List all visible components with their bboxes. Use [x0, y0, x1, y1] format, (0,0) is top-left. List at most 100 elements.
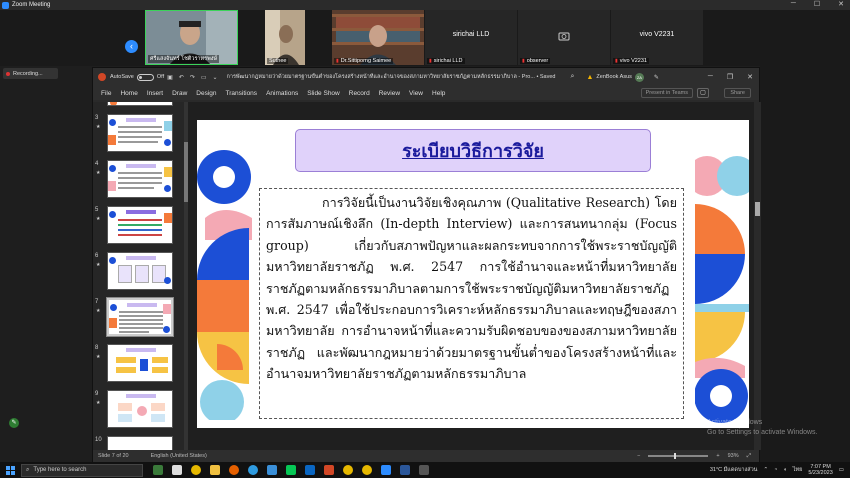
thumbnail-row[interactable]: 5 ★: [93, 206, 185, 250]
current-slide[interactable]: ระเบียบวิธีการวิจัย การวิจัยนี้เป็นงานวิ…: [197, 120, 749, 428]
thumbnail-row[interactable]: 10: [93, 436, 185, 450]
slide-thumbnail[interactable]: [107, 114, 173, 152]
annotate-pen-icon[interactable]: ✎: [9, 418, 19, 428]
present-in-teams-button[interactable]: Present in Teams: [640, 88, 693, 98]
app-icon[interactable]: [419, 465, 429, 475]
participant-tile[interactable]: sirichai LLD ▮ sirichai LLD: [425, 10, 517, 65]
slide-thumbnail[interactable]: [107, 344, 173, 382]
participant-tile[interactable]: Suthee: [265, 10, 305, 65]
search-icon[interactable]: ⌕: [571, 73, 575, 81]
undo-icon[interactable]: ↶: [179, 74, 184, 81]
weather-status[interactable]: 31°C มีแดดบางส่วน: [710, 466, 758, 474]
tab-view[interactable]: View: [409, 90, 423, 97]
start-from-beginning-icon[interactable]: ▭: [201, 74, 207, 81]
word-icon[interactable]: [400, 465, 410, 475]
chrome-icon[interactable]: [362, 465, 372, 475]
activate-windows-watermark: Activate Windows Go to Settings to activ…: [707, 418, 818, 438]
tab-home[interactable]: Home: [120, 90, 137, 97]
clock[interactable]: 7:07 PM 5/23/2023: [808, 464, 832, 477]
participant-tile[interactable]: ▮ observer: [518, 10, 610, 65]
warning-icon[interactable]: ▲: [586, 74, 593, 81]
tab-transitions[interactable]: Transitions: [226, 90, 258, 97]
slide-number: 10: [95, 437, 102, 443]
slide-body-box[interactable]: การวิจัยนี้เป็นงานวิจัยเชิงคุณภาพ (Quali…: [259, 188, 684, 419]
tab-file[interactable]: File: [101, 90, 111, 97]
zoom-out-icon[interactable]: −: [637, 453, 640, 459]
zoom-slider[interactable]: [648, 453, 709, 459]
store-icon[interactable]: [267, 465, 277, 475]
slide-thumbnail[interactable]: [107, 436, 173, 450]
minimize-icon[interactable]: ─: [708, 73, 713, 81]
mail-icon[interactable]: [305, 465, 315, 475]
zoom-taskbar-icon[interactable]: [381, 465, 391, 475]
line-icon[interactable]: [286, 465, 296, 475]
network-icon[interactable]: ◔: [774, 467, 777, 473]
taskbar-search[interactable]: ⌕ Type here to search: [21, 463, 143, 477]
share-button[interactable]: Share: [724, 88, 751, 98]
tab-review[interactable]: Review: [379, 90, 400, 97]
restore-icon[interactable]: ❐: [727, 73, 733, 81]
autosave-toggle[interactable]: [136, 73, 154, 81]
status-right: − + 93% ⤢: [637, 453, 751, 460]
recording-indicator[interactable]: Recording...: [3, 68, 58, 79]
thumbnail-row[interactable]: 3 ★: [93, 114, 185, 158]
slide-thumbnail-selected[interactable]: [106, 297, 174, 337]
volume-icon[interactable]: ◖: [783, 467, 786, 473]
thumbnail-row[interactable]: 6 ★: [93, 252, 185, 296]
participant-video: [265, 10, 305, 65]
tab-draw[interactable]: Draw: [172, 90, 187, 97]
right-decoration: [695, 156, 749, 423]
thumbnail-row[interactable]: 8 ★: [93, 344, 185, 388]
slide-thumbnail[interactable]: [107, 252, 173, 290]
mic-muted-icon: ▮: [615, 58, 618, 64]
participant-tile[interactable]: ศรีแสงจันทร์ โชติวราทรพงษ์: [145, 10, 238, 65]
ribbon-tabs: File Home Insert Draw Design Transitions…: [93, 86, 759, 100]
close-icon[interactable]: ✕: [747, 73, 753, 81]
tab-slide-show[interactable]: Slide Show: [307, 90, 340, 97]
chrome-icon[interactable]: [191, 465, 201, 475]
participant-tile[interactable]: vivo V2231 ▮ vivo V2231: [611, 10, 703, 65]
participant-name: ▮ sirichai LLD: [427, 58, 465, 64]
slide-thumbnail[interactable]: [107, 390, 173, 428]
slide-thumbnail[interactable]: [107, 206, 173, 244]
previous-page-button[interactable]: ‹: [125, 40, 138, 53]
comments-icon[interactable]: ▢: [697, 88, 709, 98]
thumbnail-row[interactable]: 9 ★: [93, 390, 185, 434]
notification-icon[interactable]: ▭: [839, 467, 844, 473]
close-icon[interactable]: ✕: [838, 0, 844, 8]
slide-thumbnail[interactable]: [107, 102, 173, 106]
zoom-level[interactable]: 93%: [728, 453, 739, 459]
tab-record[interactable]: Record: [349, 90, 370, 97]
pen-icon[interactable]: ✎: [654, 74, 659, 81]
zoom-in-icon[interactable]: +: [716, 453, 719, 459]
task-view-icon[interactable]: [172, 465, 182, 475]
slide-number: 3: [95, 115, 99, 121]
slide-title-box[interactable]: ระเบียบวิธีการวิจัย: [295, 129, 651, 172]
redo-icon[interactable]: ↷: [190, 74, 195, 81]
tab-insert[interactable]: Insert: [147, 90, 163, 97]
slide-thumbnail[interactable]: [107, 160, 173, 198]
thumbnail-row[interactable]: 7 ★: [93, 297, 185, 342]
customize-toolbar-icon[interactable]: ⌄: [213, 74, 218, 81]
slide-scrollbar[interactable]: [754, 102, 761, 450]
tab-animations[interactable]: Animations: [266, 90, 298, 97]
edge-icon[interactable]: [248, 465, 258, 475]
thumbnail-row[interactable]: 4 ★: [93, 160, 185, 204]
tab-design[interactable]: Design: [196, 90, 216, 97]
firefox-icon[interactable]: [229, 465, 239, 475]
tab-help[interactable]: Help: [432, 90, 445, 97]
chrome-icon[interactable]: [343, 465, 353, 475]
weather-widget-icon[interactable]: [153, 465, 163, 475]
file-explorer-icon[interactable]: [210, 465, 220, 475]
maximize-icon[interactable]: ☐: [814, 0, 820, 8]
save-icon[interactable]: ▣: [167, 74, 173, 81]
fit-slide-icon[interactable]: ⤢: [747, 453, 751, 460]
minimize-icon[interactable]: ─: [791, 0, 796, 8]
powerpoint-taskbar-icon[interactable]: [324, 465, 334, 475]
input-language[interactable]: ไทย: [793, 466, 803, 474]
language-indicator[interactable]: English (United States): [151, 453, 207, 459]
participant-tile[interactable]: ▮ Dr.Sittiporng Saimee: [332, 10, 424, 65]
tray-chevron-icon[interactable]: ⌃: [763, 467, 768, 473]
windows-start-icon[interactable]: [6, 465, 15, 475]
avatar[interactable]: ZA: [634, 72, 644, 82]
